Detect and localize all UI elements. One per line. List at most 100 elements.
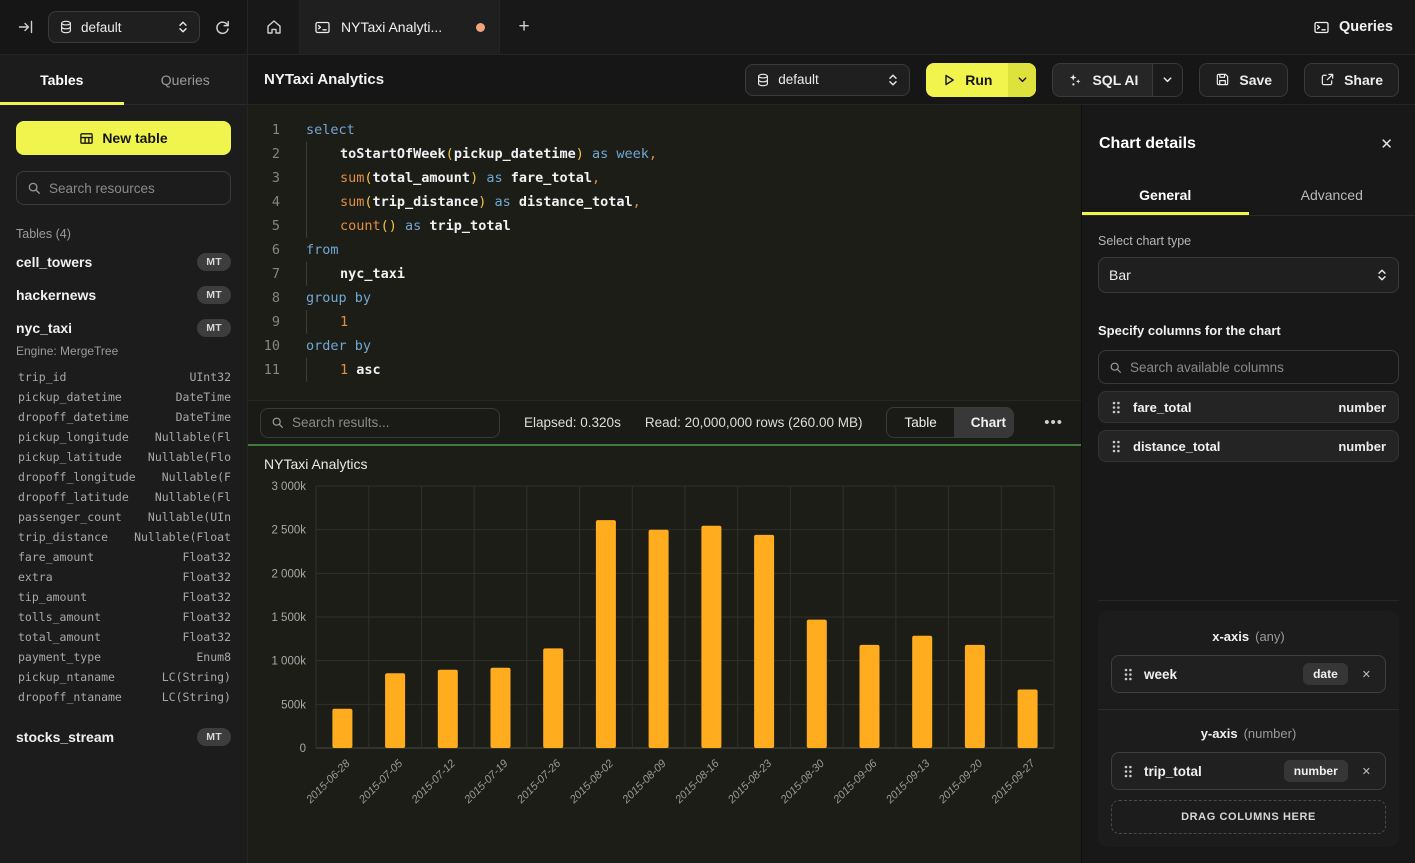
editor-code[interactable]: selecttoStartOfWeek(pickup_datetime) as … bbox=[294, 105, 1081, 400]
queries-button[interactable]: Queries bbox=[1291, 0, 1415, 54]
tab-general[interactable]: General bbox=[1082, 177, 1249, 215]
code-line[interactable]: order by bbox=[306, 334, 1081, 358]
x-axis-tick-label: 2015-07-19 bbox=[462, 758, 511, 807]
line-number: 9 bbox=[248, 310, 280, 334]
code-line[interactable]: 1 bbox=[306, 310, 1081, 334]
close-icon[interactable]: ✕ bbox=[1380, 135, 1393, 153]
code-line[interactable]: select bbox=[306, 118, 1081, 142]
bar[interactable] bbox=[543, 648, 563, 748]
code-token: 1 bbox=[340, 314, 348, 330]
more-options-icon[interactable]: ••• bbox=[1038, 414, 1069, 431]
code-line[interactable]: nyc_taxi bbox=[306, 262, 1081, 286]
run-label: Run bbox=[965, 72, 992, 88]
x-axis-column-chip[interactable]: week date ✕ bbox=[1111, 655, 1386, 693]
bar[interactable] bbox=[596, 520, 616, 748]
bar[interactable] bbox=[649, 530, 669, 748]
line-number: 4 bbox=[248, 190, 280, 214]
sidebar-tab-queries[interactable]: Queries bbox=[124, 55, 248, 104]
resources-search[interactable] bbox=[16, 171, 231, 205]
save-button[interactable]: Save bbox=[1199, 63, 1288, 97]
columns-search[interactable] bbox=[1098, 350, 1399, 384]
database-selector[interactable]: default bbox=[48, 11, 200, 43]
bar[interactable] bbox=[701, 526, 721, 748]
code-line[interactable]: 1 asc bbox=[306, 358, 1081, 382]
collapse-sidebar-icon[interactable] bbox=[18, 19, 34, 35]
bar[interactable] bbox=[385, 673, 405, 748]
bar[interactable] bbox=[1018, 690, 1038, 749]
column-name: dropoff_latitude bbox=[18, 490, 129, 510]
results-search-input[interactable] bbox=[292, 415, 489, 430]
panel-tabs: General Advanced bbox=[1082, 177, 1415, 216]
code-line[interactable]: toStartOfWeek(pickup_datetime) as week, bbox=[306, 142, 1081, 166]
line-number: 5 bbox=[248, 214, 280, 238]
code-line[interactable]: count() as trip_total bbox=[306, 214, 1081, 238]
home-button[interactable] bbox=[248, 0, 300, 54]
bar[interactable] bbox=[491, 668, 511, 748]
view-toggle-chart[interactable]: Chart bbox=[954, 408, 1014, 437]
available-column-chip[interactable]: distance_totalnumber bbox=[1098, 430, 1399, 462]
sidebar-tab-tables[interactable]: Tables bbox=[0, 55, 124, 104]
resources-search-input[interactable] bbox=[49, 181, 226, 196]
bar[interactable] bbox=[860, 645, 880, 748]
drag-handle-icon[interactable] bbox=[1123, 667, 1133, 682]
code-token: distance_total bbox=[519, 194, 633, 210]
code-token: trip_total bbox=[429, 218, 510, 234]
toolbar-database-selector[interactable]: default bbox=[745, 64, 910, 96]
chart-type-selector[interactable]: Bar bbox=[1098, 257, 1399, 293]
panel-body: Select chart type Bar Specify columns fo… bbox=[1082, 216, 1415, 863]
y-axis-column-chip[interactable]: trip_total number ✕ bbox=[1111, 752, 1386, 790]
remove-x-axis-column-icon[interactable]: ✕ bbox=[1359, 668, 1374, 681]
columns-search-input[interactable] bbox=[1130, 360, 1388, 375]
code-line[interactable]: from bbox=[306, 238, 1081, 262]
code-line[interactable]: group by bbox=[306, 286, 1081, 310]
bar[interactable] bbox=[438, 670, 458, 748]
code-line[interactable]: sum(total_amount) as fare_total, bbox=[306, 166, 1081, 190]
drag-handle-icon[interactable] bbox=[1123, 764, 1133, 779]
column-type: Nullable(UIn bbox=[148, 510, 231, 530]
available-column-type: number bbox=[1338, 400, 1386, 415]
bar[interactable] bbox=[912, 636, 932, 748]
new-tab-button[interactable]: + bbox=[500, 0, 548, 54]
remove-y-axis-column-icon[interactable]: ✕ bbox=[1359, 765, 1374, 778]
sql-ai-button[interactable]: SQL AI bbox=[1053, 64, 1152, 96]
drop-zone[interactable]: DRAG COLUMNS HERE bbox=[1111, 800, 1386, 834]
view-toggle-table[interactable]: Table bbox=[887, 408, 953, 437]
code-token: sum bbox=[340, 170, 364, 186]
bar-chart[interactable]: 3 000k2 500k2 000k1 500k1 000k500k02015-… bbox=[264, 476, 1067, 857]
code-token: trip_distance bbox=[373, 194, 479, 210]
bar[interactable] bbox=[332, 709, 352, 748]
table-row[interactable]: hackernewsMT bbox=[16, 278, 231, 311]
bar[interactable] bbox=[965, 645, 985, 748]
table-row[interactable]: stocks_streamMT bbox=[16, 720, 231, 753]
tab-advanced[interactable]: Advanced bbox=[1249, 177, 1415, 215]
drag-handle-icon[interactable] bbox=[1111, 400, 1121, 415]
results-search[interactable] bbox=[260, 408, 500, 438]
x-axis-tick-label: 2015-08-30 bbox=[778, 757, 828, 807]
axes-card: x-axis(any) week date ✕ bbox=[1098, 611, 1399, 847]
refresh-icon[interactable] bbox=[214, 19, 231, 36]
x-axis-label: x-axis bbox=[1212, 629, 1249, 644]
engine-badge: MT bbox=[197, 728, 231, 746]
sql-editor[interactable]: 1234567891011 selecttoStartOfWeek(pickup… bbox=[248, 105, 1081, 400]
x-axis-heading: x-axis(any) bbox=[1111, 629, 1386, 644]
bar[interactable] bbox=[754, 535, 774, 748]
query-terminal-icon bbox=[314, 19, 331, 36]
table-row[interactable]: cell_towersMT bbox=[16, 245, 231, 278]
available-column-chip[interactable]: fare_totalnumber bbox=[1098, 391, 1399, 423]
drag-handle-icon[interactable] bbox=[1111, 439, 1121, 454]
code-token: ( bbox=[446, 146, 454, 162]
run-options-button[interactable] bbox=[1008, 63, 1036, 97]
run-button[interactable]: Run bbox=[926, 63, 1008, 97]
x-axis-tick-label: 2015-09-27 bbox=[989, 757, 1039, 807]
code-line[interactable]: sum(trip_distance) as distance_total, bbox=[306, 190, 1081, 214]
tab-nytaxi-analytics[interactable]: NYTaxi Analyti... bbox=[300, 0, 500, 54]
table-row[interactable]: nyc_taxiMT bbox=[16, 311, 231, 344]
column-name: dropoff_datetime bbox=[18, 410, 129, 430]
new-table-button[interactable]: New table bbox=[16, 121, 231, 155]
share-button[interactable]: Share bbox=[1304, 63, 1399, 97]
bar[interactable] bbox=[807, 620, 827, 748]
y-axis-heading: y-axis(number) bbox=[1111, 726, 1386, 741]
sparkles-icon bbox=[1067, 72, 1083, 88]
sql-ai-options-button[interactable] bbox=[1152, 64, 1182, 96]
column-name: payment_type bbox=[18, 650, 101, 670]
